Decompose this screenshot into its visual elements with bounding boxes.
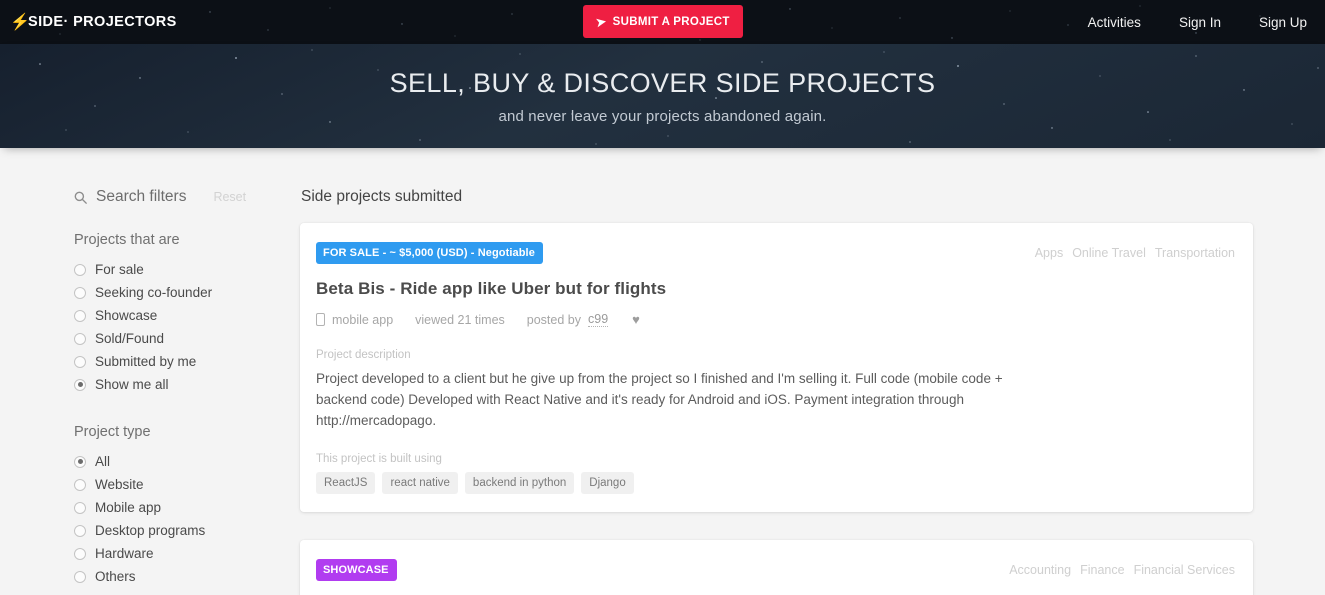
filter-option-label: Others: [95, 569, 136, 584]
filter-type-desktop-programs[interactable]: Desktop programs: [74, 519, 300, 542]
hero-banner: SELL, BUY & DISCOVER SIDE PROJECTS and n…: [0, 44, 1325, 148]
filter-type-others[interactable]: Others: [74, 565, 300, 588]
filter-option-seeking-co-founder[interactable]: Seeking co-founder: [74, 281, 300, 304]
filter-group-projects-that-are: Projects that are For sale Seeking co-fo…: [74, 232, 300, 396]
category-tag: Apps: [1034, 246, 1064, 260]
submit-button-label: SUBMIT A PROJECT: [612, 15, 730, 28]
rocket-icon: ➤: [595, 13, 608, 30]
status-badge: FOR SALE - ~ $5,000 (USD) - Negotiable: [316, 242, 543, 264]
radio-icon[interactable]: [74, 547, 86, 560]
category-tags: Accounting Finance Financial Services: [1009, 559, 1235, 577]
filter-option-sold-found[interactable]: Sold/Found: [74, 327, 300, 350]
radio-icon[interactable]: [74, 286, 86, 299]
filter-option-label: Hardware: [95, 546, 154, 561]
radio-icon[interactable]: [74, 501, 86, 514]
search-icon: [74, 191, 87, 204]
filter-option-label: Website: [95, 477, 144, 492]
tech-tag[interactable]: Django: [581, 472, 634, 494]
filter-option-label: All: [95, 454, 111, 469]
category-tag: Accounting: [1009, 563, 1072, 577]
nav-link-sign-in[interactable]: Sign In: [1179, 15, 1221, 30]
radio-icon[interactable]: [74, 332, 86, 345]
radio-icon[interactable]: [74, 309, 86, 322]
tech-tag[interactable]: backend in python: [464, 472, 575, 494]
project-description: Project developed to a client but he giv…: [316, 371, 1003, 428]
filter-type-mobile-app[interactable]: Mobile app: [74, 496, 300, 519]
tech-label: This project is built using: [316, 453, 442, 465]
nav-link-sign-up[interactable]: Sign Up: [1259, 15, 1307, 30]
filter-type-website[interactable]: Website: [74, 473, 300, 496]
nav-link-activities[interactable]: Activities: [1088, 15, 1141, 30]
category-tag: Transportation: [1154, 246, 1235, 260]
filter-option-show-me-all[interactable]: Show me all: [74, 373, 300, 396]
tech-tag[interactable]: ReactJS: [316, 472, 376, 494]
radio-icon[interactable]: [74, 478, 86, 491]
posted-by: posted by c99: [526, 312, 609, 327]
projects-list: Side projects submitted FOR SALE - ~ $5,…: [300, 188, 1325, 595]
brand-name: SIDE· PROJECTORS: [28, 14, 177, 30]
project-type-label: mobile app: [332, 312, 394, 327]
brand-logo[interactable]: ⚡ SIDE· PROJECTORS: [10, 14, 177, 31]
top-navigation-bar: ⚡ SIDE· PROJECTORS ➤ SUBMIT A PROJECT Ac…: [0, 0, 1325, 44]
reset-filters-link[interactable]: Reset: [213, 190, 246, 204]
heart-icon[interactable]: ♥: [632, 313, 640, 326]
mobile-phone-icon: [316, 313, 325, 326]
category-tag: Online Travel: [1072, 246, 1146, 260]
radio-icon[interactable]: [74, 570, 86, 583]
radio-icon-selected[interactable]: [74, 455, 86, 468]
category-tags: Apps Online Travel Transportation: [1035, 242, 1235, 260]
lightning-bolt-icon: ⚡: [10, 13, 31, 31]
project-title[interactable]: Beta Bis - Ride app like Uber but for fl…: [316, 279, 1235, 299]
filter-option-label: Show me all: [95, 377, 169, 392]
project-type: mobile app: [316, 313, 393, 327]
project-card[interactable]: FOR SALE - ~ $5,000 (USD) - Negotiable A…: [300, 223, 1253, 512]
filter-option-label: Submitted by me: [95, 354, 197, 369]
radio-icon[interactable]: [74, 355, 86, 368]
filter-option-showcase[interactable]: Showcase: [74, 304, 300, 327]
tech-tag[interactable]: react native: [382, 472, 458, 494]
filter-type-all[interactable]: All: [74, 450, 300, 473]
page-body: Search filters Reset Projects that are F…: [0, 148, 1325, 595]
page-title: Side projects submitted: [301, 188, 463, 205]
status-badge: SHOWCASE: [316, 559, 397, 581]
description-label: Project description: [316, 349, 411, 361]
project-card[interactable]: SHOWCASE Accounting Finance Financial Se…: [300, 540, 1253, 595]
search-filters-header: Search filters Reset: [74, 188, 300, 206]
filter-option-submitted-by-me[interactable]: Submitted by me: [74, 350, 300, 373]
posted-by-label: posted by: [526, 312, 581, 327]
filter-option-label: Desktop programs: [95, 523, 206, 538]
filter-group-title: Project type: [74, 424, 151, 440]
filter-option-label: Seeking co-founder: [95, 285, 213, 300]
tech-tags: ReactJS react native backend in python D…: [316, 472, 1235, 494]
radio-icon[interactable]: [74, 524, 86, 537]
filter-option-label: Sold/Found: [95, 331, 165, 346]
filter-type-hardware[interactable]: Hardware: [74, 542, 300, 565]
filter-option-label: Mobile app: [95, 500, 162, 515]
hero-title: SELL, BUY & DISCOVER SIDE PROJECTS: [389, 67, 936, 98]
search-filters-label: Search filters: [96, 188, 187, 205]
radio-icon[interactable]: [74, 263, 86, 276]
author-link[interactable]: c99: [588, 312, 609, 327]
category-tag: Financial Services: [1133, 563, 1235, 577]
filter-group-title: Projects that are: [74, 232, 180, 248]
filter-option-for-sale[interactable]: For sale: [74, 258, 300, 281]
project-meta: mobile app viewed 21 times posted by c99…: [316, 312, 1235, 327]
filter-option-label: Showcase: [95, 308, 158, 323]
category-tag: Finance: [1080, 563, 1125, 577]
filter-group-project-type: Project type All Website Mobile app Desk…: [74, 424, 300, 588]
nav-links: Activities Sign In Sign Up: [1088, 15, 1307, 30]
radio-icon-selected[interactable]: [74, 378, 86, 391]
filters-sidebar: Search filters Reset Projects that are F…: [0, 188, 300, 595]
hero-subtitle: and never leave your projects abandoned …: [498, 107, 827, 125]
view-count: viewed 21 times: [415, 312, 505, 327]
filter-option-label: For sale: [95, 262, 144, 277]
submit-a-project-button[interactable]: ➤ SUBMIT A PROJECT: [583, 5, 743, 38]
